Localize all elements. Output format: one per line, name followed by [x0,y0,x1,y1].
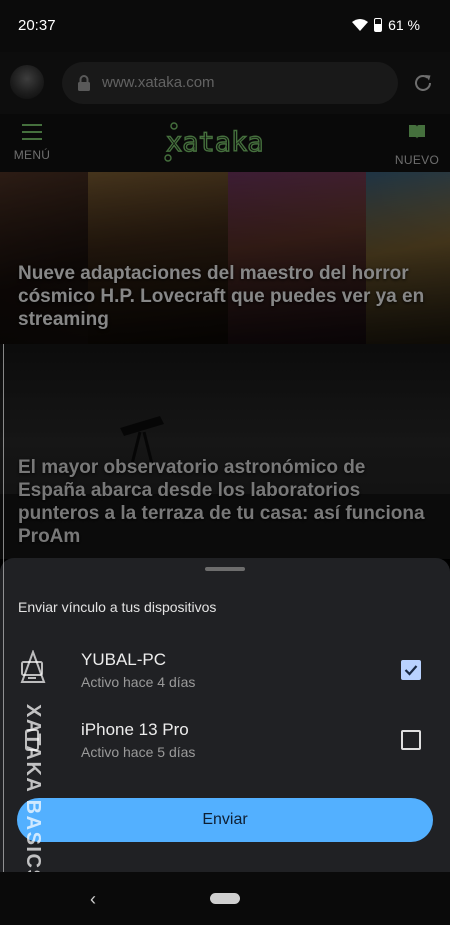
device-name: YUBAL-PC [81,650,167,669]
home-pill[interactable] [210,893,240,904]
wifi-icon [352,19,369,31]
status-bar: 20:37 61 % [0,0,450,52]
device-row-yubal-pc[interactable]: YUBAL-PC Activo hace 4 días [0,640,450,700]
device-status: Activo hace 4 días [81,674,196,690]
watermark-line [3,344,4,910]
system-nav-bar: ‹ [0,872,450,925]
send-button[interactable]: Enviar [17,798,433,842]
sheet-drag-handle[interactable] [205,567,245,571]
send-to-devices-sheet: Enviar vínculo a tus dispositivos YUBAL-… [0,558,450,872]
status-time: 20:37 [18,17,56,34]
battery-level: 61 % [388,17,420,33]
watermark-logo [20,650,46,683]
device-row-iphone[interactable]: iPhone 13 Pro Activo hace 5 días [0,710,450,770]
device-checkbox[interactable] [401,660,421,680]
device-checkbox[interactable] [401,730,421,750]
checkmark-icon [404,665,418,676]
device-name: iPhone 13 Pro [81,720,189,739]
battery-icon [374,18,383,32]
watermark-text: XATAKA BASICS [22,704,44,885]
back-icon[interactable]: ‹ [90,889,96,910]
device-status: Activo hace 5 días [81,744,196,760]
sheet-title: Enviar vínculo a tus dispositivos [18,599,217,615]
